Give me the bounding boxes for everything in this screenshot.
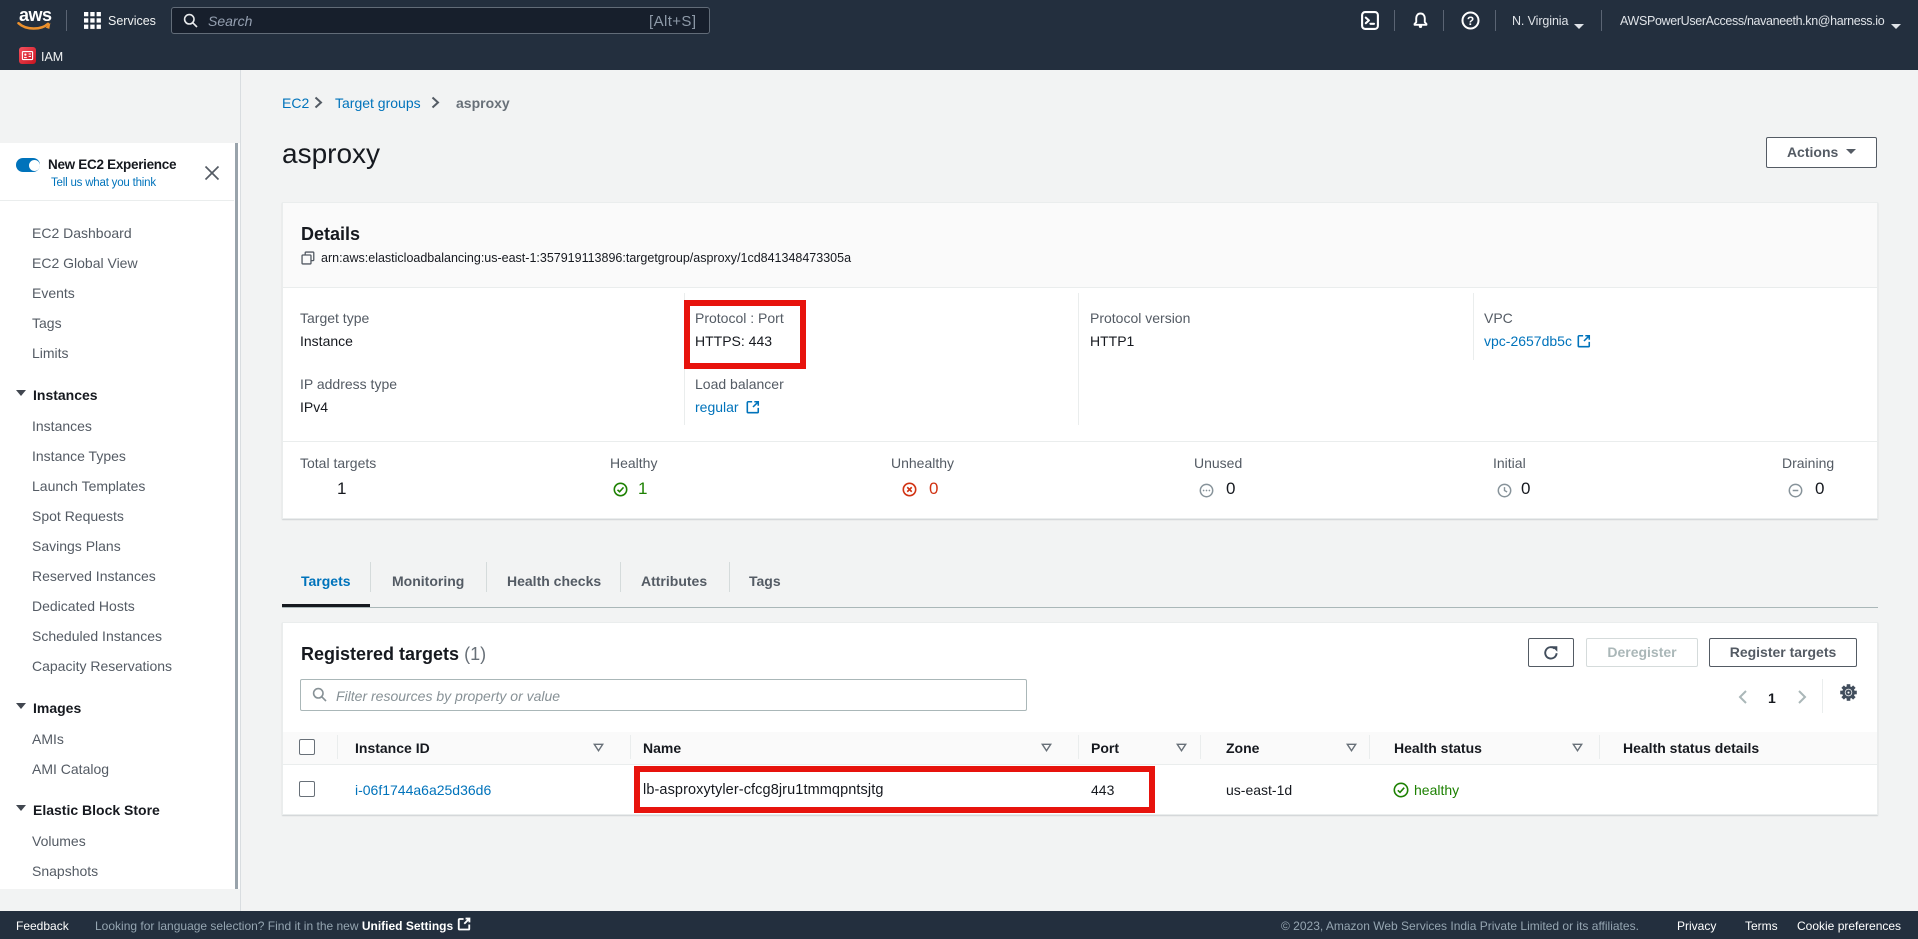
svg-text:?: ? bbox=[1467, 14, 1474, 28]
